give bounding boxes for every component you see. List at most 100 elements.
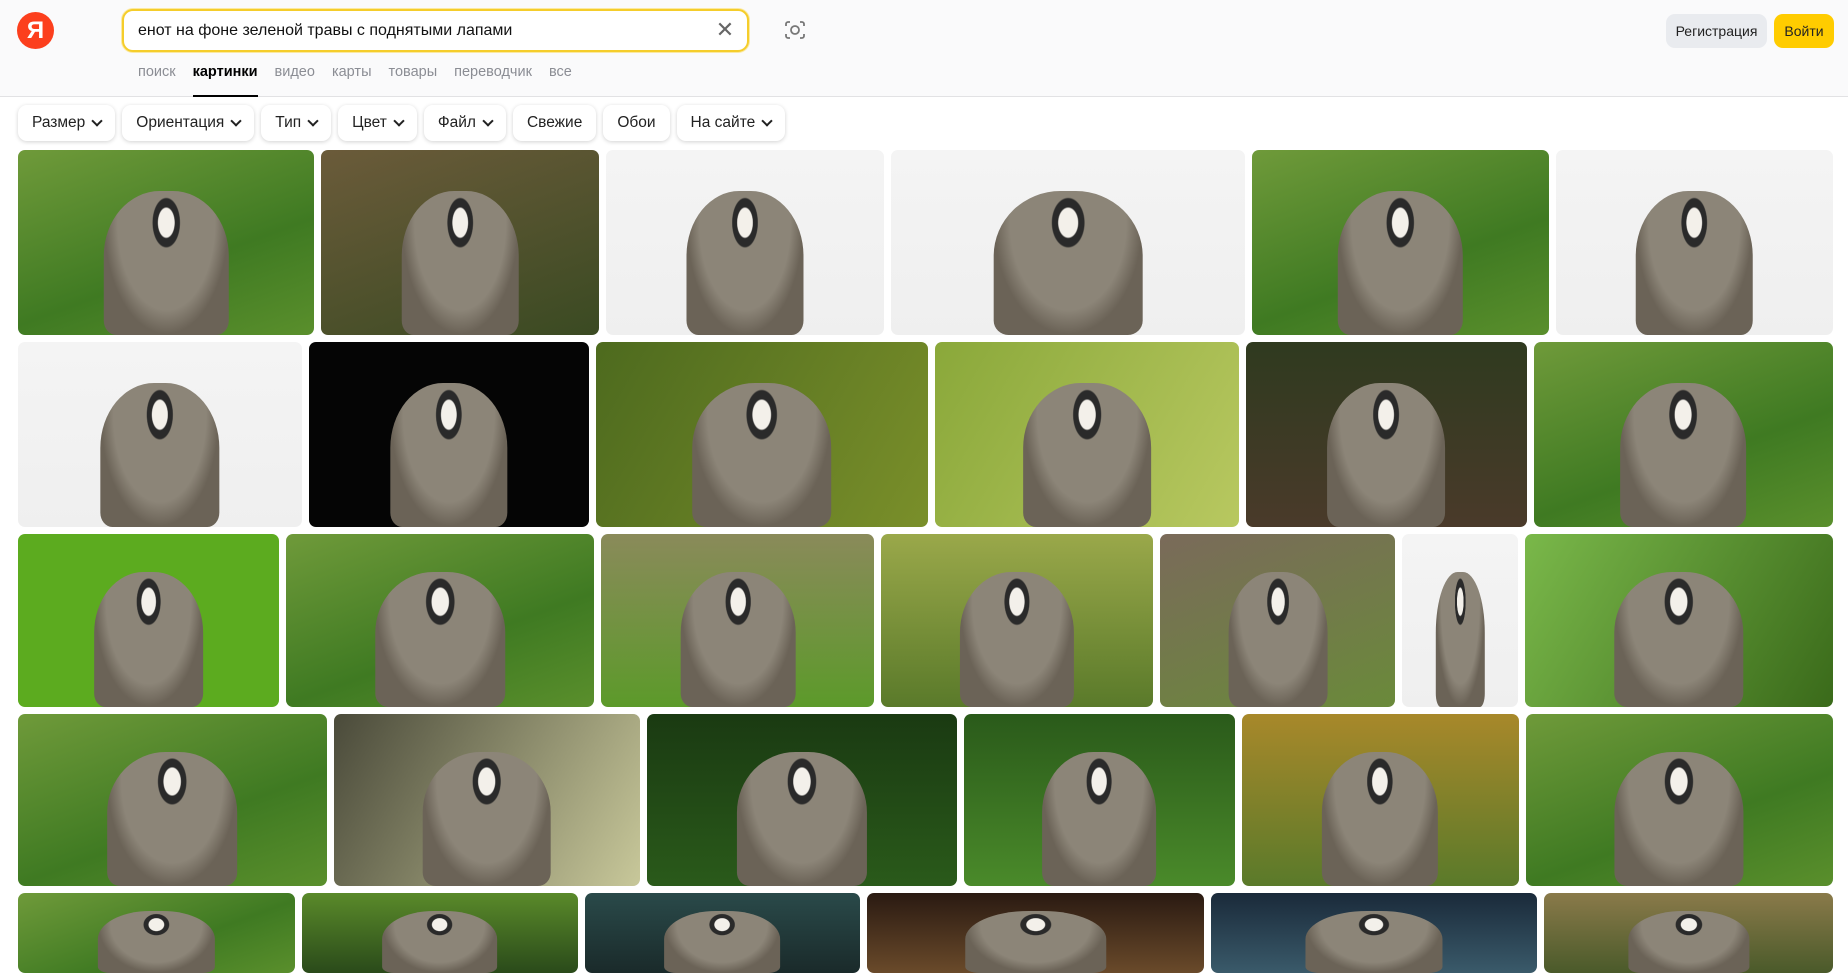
chevron-down-icon <box>307 115 319 127</box>
chevron-down-icon <box>761 115 773 127</box>
filter-button[interactable]: На сайте <box>676 105 786 141</box>
image-result[interactable] <box>891 150 1246 335</box>
raccoon-image <box>1435 572 1485 707</box>
filter-button[interactable]: Ориентация <box>122 105 255 141</box>
raccoon-image <box>390 382 508 527</box>
image-grid <box>18 150 1834 980</box>
raccoon-image <box>691 382 832 527</box>
tab-0[interactable]: поиск <box>138 64 176 96</box>
header: Я ✕ поиск картинки видео карты товары перевод… <box>0 0 1848 97</box>
tab-5[interactable]: переводчик <box>454 64 532 96</box>
image-result[interactable] <box>286 534 595 707</box>
chevron-down-icon <box>230 115 242 127</box>
raccoon-image <box>994 190 1143 335</box>
image-result[interactable] <box>595 342 928 527</box>
image-row <box>18 342 1834 527</box>
filter-label: Файл <box>437 114 476 131</box>
image-result[interactable] <box>18 714 327 886</box>
raccoon-image <box>1338 190 1463 335</box>
raccoon-image <box>1628 910 1750 973</box>
raccoon-image <box>960 572 1075 707</box>
raccoon-image <box>736 751 867 886</box>
filter-label: Свежие <box>526 114 583 131</box>
raccoon-image <box>686 190 804 335</box>
raccoon-image <box>680 572 796 707</box>
image-row <box>18 893 1833 973</box>
raccoon-image <box>422 751 552 886</box>
raccoon-image <box>1614 751 1744 886</box>
raccoon-image <box>1620 382 1747 527</box>
chevron-down-icon <box>393 115 405 127</box>
raccoon-image <box>375 572 506 707</box>
login-button[interactable]: Войти <box>1774 14 1834 48</box>
image-result[interactable] <box>1402 534 1518 707</box>
raccoon-image <box>1321 751 1439 886</box>
image-result[interactable] <box>881 534 1154 707</box>
filter-label: Размер <box>32 114 86 131</box>
raccoon-image <box>1042 751 1157 886</box>
image-result[interactable] <box>309 342 589 527</box>
raccoon-image <box>98 910 215 973</box>
image-result[interactable] <box>963 714 1235 886</box>
filter-button[interactable]: Файл <box>423 105 506 141</box>
image-result[interactable] <box>1211 893 1538 973</box>
filter-button[interactable]: Свежие <box>512 105 597 141</box>
image-result[interactable] <box>321 150 599 335</box>
image-result[interactable] <box>333 714 640 886</box>
image-result[interactable] <box>605 150 885 335</box>
raccoon-image <box>1305 910 1443 973</box>
filter-label: Ориентация <box>136 114 225 131</box>
tab-4[interactable]: товары <box>389 64 438 96</box>
filter-button[interactable]: Тип <box>261 105 332 141</box>
image-row <box>18 714 1834 886</box>
image-result[interactable] <box>18 534 280 707</box>
raccoon-image <box>107 751 238 886</box>
raccoon-image <box>100 382 220 527</box>
image-result[interactable] <box>867 893 1205 973</box>
filter-label: На сайте <box>690 114 756 131</box>
filter-button[interactable]: Размер <box>18 105 116 141</box>
tab-2[interactable]: видео <box>275 64 315 96</box>
raccoon-image <box>401 190 519 335</box>
image-result[interactable] <box>18 150 315 335</box>
raccoon-image <box>664 910 781 973</box>
image-result[interactable] <box>18 893 295 973</box>
raccoon-image <box>381 910 498 973</box>
image-result[interactable] <box>1245 342 1527 527</box>
image-result[interactable] <box>1524 534 1834 707</box>
tab-1[interactable]: картинки <box>192 64 258 97</box>
image-result[interactable] <box>1555 150 1834 335</box>
image-result[interactable] <box>584 893 861 973</box>
filter-label: Цвет <box>352 114 387 131</box>
service-tabs: поиск картинки видео карты товары переводчик в… <box>138 64 572 97</box>
yandex-logo[interactable]: Я <box>17 12 54 49</box>
image-result[interactable] <box>1241 714 1519 886</box>
image-result[interactable] <box>1533 342 1834 527</box>
image-result[interactable] <box>601 534 875 707</box>
image-result[interactable] <box>1525 714 1834 886</box>
image-result[interactable] <box>1160 534 1396 707</box>
filter-button[interactable]: Обои <box>603 105 670 141</box>
image-result[interactable] <box>934 342 1239 527</box>
raccoon-image <box>93 572 204 707</box>
chevron-down-icon <box>91 115 103 127</box>
raccoon-image <box>1023 382 1151 527</box>
image-row <box>18 150 1834 335</box>
image-result[interactable] <box>301 893 578 973</box>
search-input[interactable] <box>138 11 698 50</box>
filter-bar: Размер Ориентация Тип Цвет Файл Свежие Обои На … <box>18 105 786 141</box>
register-button[interactable]: Регистрация <box>1666 14 1767 48</box>
filter-button[interactable]: Цвет <box>338 105 417 141</box>
search-box[interactable]: ✕ <box>122 9 749 52</box>
image-result[interactable] <box>18 342 303 527</box>
filter-label: Обои <box>617 114 656 131</box>
tab-6[interactable]: все <box>549 64 572 96</box>
tab-3[interactable]: карты <box>332 64 372 96</box>
camera-search-icon[interactable] <box>783 19 807 41</box>
raccoon-image <box>1636 190 1753 335</box>
raccoon-image <box>964 910 1107 973</box>
image-result[interactable] <box>1544 893 1833 973</box>
image-result[interactable] <box>1252 150 1549 335</box>
clear-icon[interactable]: ✕ <box>713 18 737 42</box>
image-result[interactable] <box>646 714 957 886</box>
